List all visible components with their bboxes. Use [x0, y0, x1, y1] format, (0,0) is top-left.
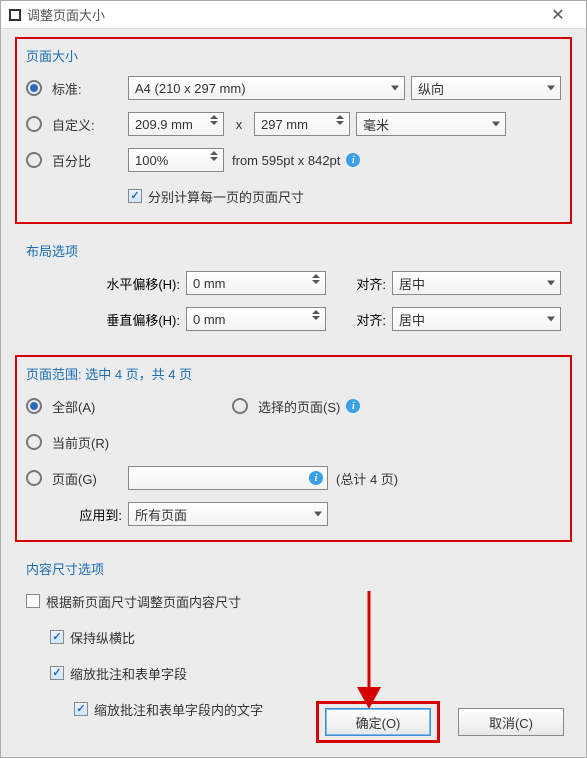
app-icon: [9, 9, 21, 21]
info-icon[interactable]: i: [346, 153, 360, 167]
range-selected-label: 选择的页面(S): [258, 397, 340, 416]
close-button[interactable]: ✕: [538, 1, 578, 28]
chevron-down-icon: [492, 122, 500, 127]
scale-text-checkbox[interactable]: [74, 702, 88, 716]
standard-radio[interactable]: [26, 80, 42, 96]
apply-to-select[interactable]: 所有页面: [128, 502, 328, 526]
range-selected-radio[interactable]: [232, 398, 248, 414]
ok-label: 确定(O): [356, 713, 401, 732]
percent-spinner[interactable]: 100%: [128, 148, 224, 172]
align-h-label: 对齐:: [326, 274, 392, 293]
voff-label: 垂直偏移(H):: [26, 310, 186, 329]
button-row: 确定(O) 取消(C): [316, 701, 564, 743]
scale-annot-checkbox[interactable]: [50, 666, 64, 680]
unit-value: 毫米: [363, 115, 389, 134]
pages-input[interactable]: i: [128, 466, 328, 490]
info-icon[interactable]: i: [346, 399, 360, 413]
custom-height-spinner[interactable]: 297 mm: [254, 112, 350, 136]
info-icon[interactable]: i: [309, 471, 323, 485]
range-all-radio[interactable]: [26, 398, 42, 414]
hoff-label: 水平偏移(H):: [26, 274, 186, 293]
cancel-button[interactable]: 取消(C): [458, 708, 564, 736]
x-separator: x: [224, 117, 254, 132]
orientation-value: 纵向: [418, 79, 444, 98]
chevron-down-icon: [547, 281, 555, 286]
standard-label: 标准:: [52, 79, 128, 98]
keep-ratio-label: 保持纵横比: [70, 628, 135, 647]
custom-radio[interactable]: [26, 116, 42, 132]
range-current-label: 当前页(R): [52, 433, 109, 452]
chevron-down-icon: [547, 317, 555, 322]
ok-button[interactable]: 确定(O): [325, 708, 431, 736]
dialog-window: 调整页面大小 ✕ 页面大小 标准: A4 (210 x 297 mm) 纵向: [0, 0, 587, 758]
from-text: from 595pt x 842pt: [232, 153, 340, 168]
layout-title: 布局选项: [26, 241, 561, 260]
align-h-value: 居中: [399, 274, 425, 293]
apply-to-label: 应用到:: [26, 505, 128, 524]
content-options-title: 内容尺寸选项: [26, 559, 561, 578]
preset-value: A4 (210 x 297 mm): [135, 81, 246, 96]
apply-to-value: 所有页面: [135, 505, 187, 524]
percent-radio[interactable]: [26, 152, 42, 168]
page-size-group: 页面大小 标准: A4 (210 x 297 mm) 纵向 自定义: 20: [15, 37, 572, 224]
range-title: 页面范围: 选中 4 页，共 4 页: [26, 364, 561, 383]
custom-width-value: 209.9 mm: [135, 117, 193, 132]
range-pages-label: 页面(G): [52, 469, 128, 488]
percent-value: 100%: [135, 153, 168, 168]
keep-ratio-checkbox[interactable]: [50, 630, 64, 644]
voff-spinner[interactable]: 0 mm: [186, 307, 326, 331]
hoff-spinner[interactable]: 0 mm: [186, 271, 326, 295]
align-v-label: 对齐:: [326, 310, 392, 329]
chevron-down-icon: [314, 512, 322, 517]
resize-content-label: 根据新页面尺寸调整页面内容尺寸: [46, 592, 241, 611]
align-v-select[interactable]: 居中: [392, 307, 561, 331]
resize-content-checkbox[interactable]: [26, 594, 40, 608]
chevron-down-icon: [391, 86, 399, 91]
page-range-group: 页面范围: 选中 4 页，共 4 页 全部(A) 选择的页面(S) i 当前页(…: [15, 355, 572, 542]
preset-select[interactable]: A4 (210 x 297 mm): [128, 76, 405, 100]
custom-label: 自定义:: [52, 115, 128, 134]
orientation-select[interactable]: 纵向: [411, 76, 561, 100]
range-current-radio[interactable]: [26, 434, 42, 450]
align-v-value: 居中: [399, 310, 425, 329]
ok-highlight: 确定(O): [316, 701, 440, 743]
total-pages-text: (总计 4 页): [336, 469, 398, 488]
calc-each-checkbox[interactable]: [128, 189, 142, 203]
align-h-select[interactable]: 居中: [392, 271, 561, 295]
window-title: 调整页面大小: [27, 5, 538, 24]
content-area: 页面大小 标准: A4 (210 x 297 mm) 纵向 自定义: 20: [1, 29, 586, 753]
scale-text-label: 缩放批注和表单字段内的文字: [94, 700, 263, 719]
range-all-label: 全部(A): [52, 397, 232, 416]
hoff-value: 0 mm: [193, 276, 226, 291]
layout-group: 布局选项 水平偏移(H): 0 mm 对齐: 居中 垂直偏移(H): 0 mm: [15, 232, 572, 347]
cancel-label: 取消(C): [489, 713, 533, 732]
range-pages-radio[interactable]: [26, 470, 42, 486]
scale-annot-label: 缩放批注和表单字段: [70, 664, 187, 683]
custom-height-value: 297 mm: [261, 117, 308, 132]
voff-value: 0 mm: [193, 312, 226, 327]
calc-each-label: 分别计算每一页的页面尺寸: [148, 187, 304, 206]
titlebar: 调整页面大小 ✕: [1, 1, 586, 29]
page-size-title: 页面大小: [26, 46, 561, 65]
chevron-down-icon: [547, 86, 555, 91]
percent-label: 百分比: [52, 151, 128, 170]
custom-width-spinner[interactable]: 209.9 mm: [128, 112, 224, 136]
unit-select[interactable]: 毫米: [356, 112, 506, 136]
